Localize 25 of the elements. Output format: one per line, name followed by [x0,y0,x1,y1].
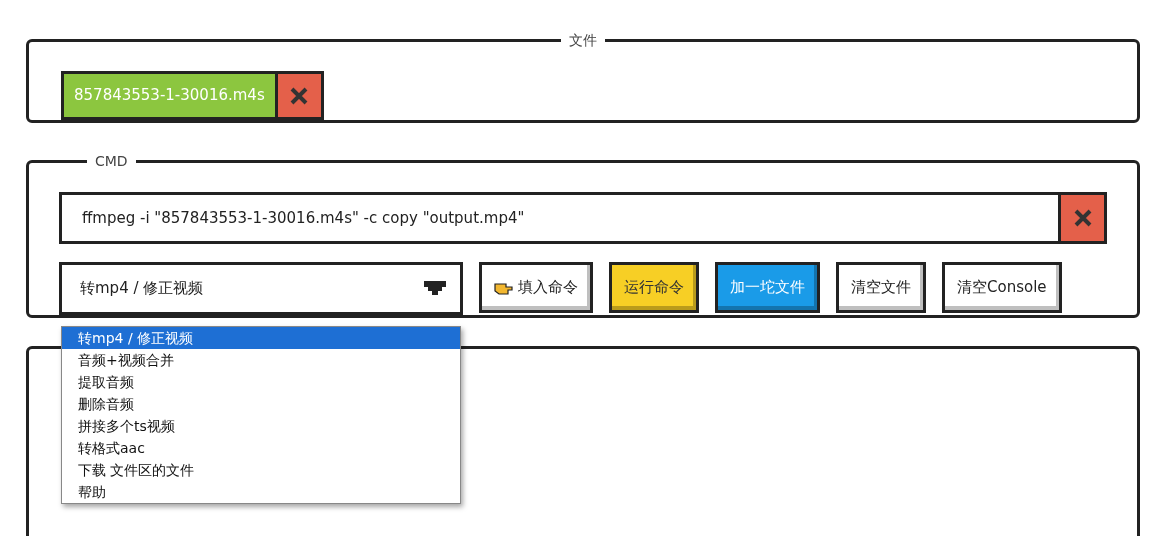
dropdown-option[interactable]: 提取音频 [62,371,460,393]
dropdown-option[interactable]: 转格式aac [62,437,460,459]
dropdown-option[interactable]: 拼接多个ts视频 [62,415,460,437]
panel-legend: 文件 [561,30,605,51]
close-icon [289,85,310,106]
preset-select[interactable]: 转mp4 / 修正视频 [59,262,463,315]
dropdown-option[interactable]: 音频+视频合并 [62,349,460,371]
dropdown-option[interactable]: 下载 文件区的文件 [62,459,460,481]
action-button[interactable]: 填入命令 [479,262,593,313]
command-text: ffmpeg -i "857843553-1-30016.m4s" -c copy "output.mp4" [81,207,526,229]
action-button[interactable]: 清空文件 [836,262,926,313]
close-icon [1072,208,1093,228]
action-button[interactable]: 运行命令 [609,262,699,313]
file-tag: 857843553-1-30016.m4s [64,74,278,117]
dropdown-option[interactable]: 删除音频 [62,393,460,415]
pointing-hand-icon [494,280,514,295]
command-field[interactable]: ffmpeg -i "857843553-1-30016.m4s" -c copy "output.mp4" [59,192,1107,244]
dropdown-option[interactable]: 转mp4 / 修正视频 [62,327,460,349]
action-button[interactable]: 清空Console [942,262,1062,313]
dropdown-option[interactable]: 帮助 [62,481,460,503]
panel-legend: CMD [87,151,136,172]
dropdown-triangle-icon [424,280,446,297]
remove-file-button[interactable] [277,74,321,117]
select-value: 转mp4 / 修正视频 [80,278,204,300]
clear-command-button[interactable] [1058,195,1104,241]
